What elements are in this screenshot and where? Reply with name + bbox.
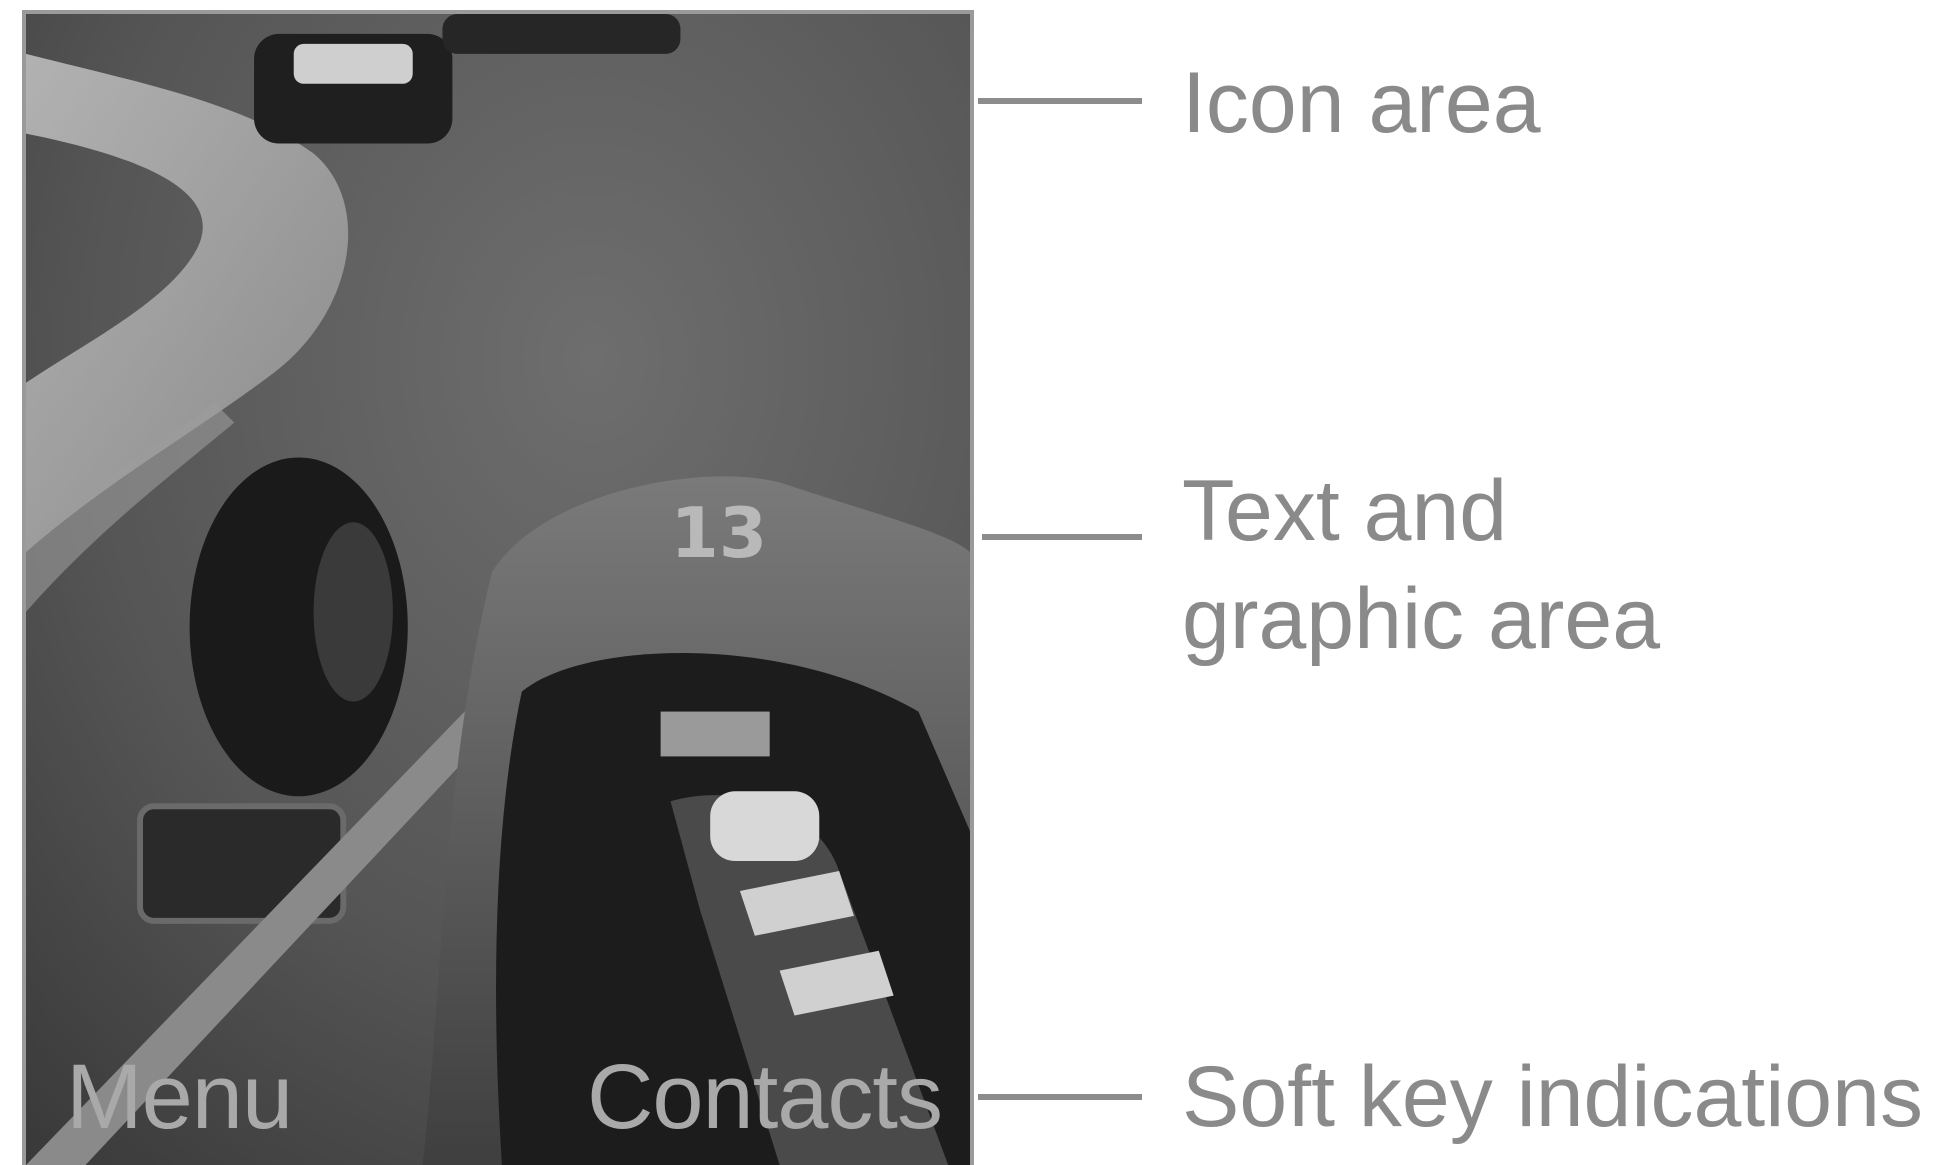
icon-area-label: Icon area — [1182, 55, 1541, 151]
text-graphic-area-label-line1: Text and — [1182, 463, 1508, 559]
text-graphic-area-label-line2: graphic area — [1182, 570, 1661, 667]
text-graphic-area-leader-line — [982, 534, 1142, 540]
svg-text:13: 13 — [671, 493, 768, 574]
soft-key-indications-label: Soft key indications — [1182, 1049, 1923, 1145]
text-graphic-area-label: Text and graphic area — [1182, 458, 1660, 673]
icon-area-leader-line — [978, 98, 1142, 104]
phone-screen: 13 Menu Contacts — [22, 10, 974, 1165]
softkey-menu[interactable]: Menu — [66, 1051, 293, 1143]
wallpaper-racing-car-image: 13 — [26, 14, 970, 1165]
soft-key-leader-line — [978, 1094, 1142, 1100]
softkey-contacts[interactable]: Contacts — [587, 1051, 943, 1143]
